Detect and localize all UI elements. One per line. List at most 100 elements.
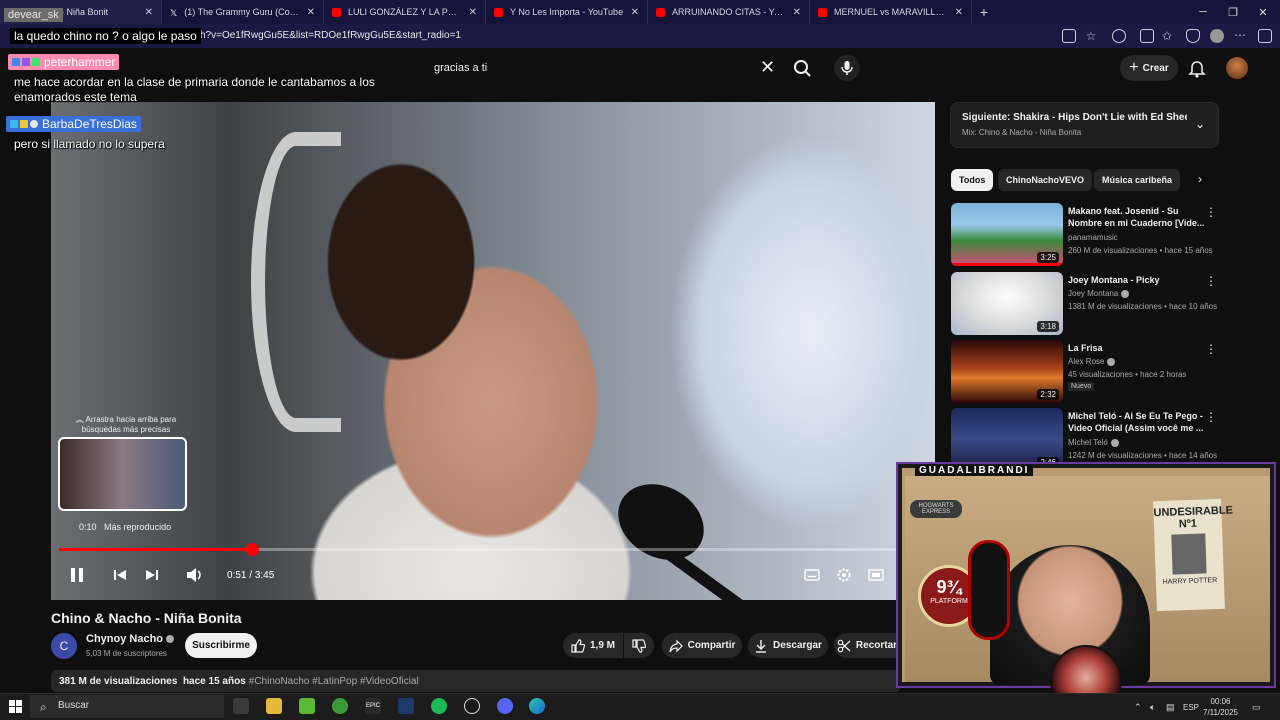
video-title[interactable]: Makano feat. Josenid - Su Nombre en mi C…	[1068, 205, 1208, 229]
share-button[interactable]: Compartir	[662, 633, 742, 658]
create-button[interactable]: + Crear	[1120, 55, 1178, 81]
video-title[interactable]: La Frisa	[1068, 342, 1208, 354]
recommendation-item[interactable]: 2:32 La Frisa Alex Rose 45 visualizacion…	[951, 340, 1221, 403]
url-field[interactable]: h?v=Oe1fRwgGu5E&list=RDOe1fRwgGu5E&start…	[200, 30, 461, 41]
recommendation-item[interactable]: 2:46 Michel Teló - Ai Se Eu Te Pego - Vi…	[951, 408, 1221, 471]
epic-games-icon[interactable]: EPIC	[365, 698, 381, 714]
settings-button[interactable]	[834, 566, 854, 584]
clock[interactable]: 00:06 7/11/2025	[1203, 696, 1238, 718]
minecraft-icon[interactable]	[299, 698, 315, 714]
refresh-icon[interactable]	[1112, 29, 1126, 43]
taskbar-search[interactable]: Buscar	[30, 695, 224, 718]
sidebar-icon[interactable]	[1258, 29, 1272, 43]
dislike-button[interactable]	[624, 633, 654, 658]
clip-button[interactable]: Recortar	[834, 633, 900, 658]
speaker-icon[interactable]: 🔈︎	[1150, 702, 1155, 713]
video-stats: 45 visualizaciones • hace 2 horas	[1068, 370, 1187, 379]
close-icon[interactable]: ✕	[631, 7, 639, 18]
task-view-icon[interactable]	[233, 698, 249, 714]
up-next-card[interactable]	[950, 102, 1219, 148]
description-box[interactable]: 381 M de visualizaciones hace 15 años #Ch…	[51, 670, 901, 692]
channel-name[interactable]: Alex Rose	[1068, 357, 1116, 366]
apps-icon[interactable]	[1062, 29, 1076, 43]
chip-chinonachovevo[interactable]: ChinoNachoVEVO	[998, 169, 1093, 191]
shield-icon[interactable]	[1186, 29, 1200, 43]
chevron-down-icon[interactable]: ⌄	[1195, 117, 1205, 131]
more-vert-icon[interactable]: ⋮	[1205, 205, 1217, 219]
browser-tab-3[interactable]: LULI GONZÁLEZ Y LA PEOR ENTR✕	[324, 0, 486, 24]
network-icon[interactable]: ▤	[1166, 702, 1175, 713]
search-button[interactable]	[788, 56, 816, 80]
theater-mode-button[interactable]	[866, 566, 886, 584]
profile-icon[interactable]	[1210, 29, 1224, 43]
channel-name[interactable]: Joey Montana	[1068, 289, 1130, 298]
previous-button[interactable]	[110, 566, 130, 584]
extension-icon[interactable]	[1140, 29, 1154, 43]
close-icon[interactable]: ✕	[793, 7, 801, 18]
more-vert-icon[interactable]: ⋮	[1205, 274, 1217, 288]
pause-button[interactable]	[66, 566, 88, 584]
chip-all[interactable]: Todos	[951, 169, 994, 191]
notifications-button[interactable]	[1188, 58, 1206, 78]
favorites-icon[interactable]: ✩	[1162, 29, 1176, 43]
chevron-right-icon[interactable]: ›	[1198, 172, 1202, 186]
video-thumbnail[interactable]: 2:32	[951, 340, 1063, 403]
search-input[interactable]: gracias a ti	[422, 54, 786, 82]
video-thumbnail[interactable]: 3:25	[951, 203, 1063, 266]
video-thumbnail[interactable]: 2:46	[951, 408, 1063, 471]
like-button[interactable]: 1,9 M	[563, 633, 623, 658]
steam-icon[interactable]	[398, 698, 414, 714]
channel-name[interactable]: Michel Teló	[1068, 438, 1119, 447]
close-icon[interactable]: ✕	[955, 7, 963, 18]
badge-icon	[30, 120, 38, 128]
subtitles-button[interactable]	[802, 566, 822, 584]
more-vert-icon[interactable]: ⋮	[1205, 410, 1217, 424]
youtube-icon	[818, 7, 827, 17]
language-indicator[interactable]: ESP	[1183, 703, 1199, 712]
video-stats: 1381 M de visualizaciones • hace 10 años	[1068, 302, 1218, 311]
close-icon[interactable]: ✕	[145, 7, 153, 18]
window-close-button[interactable]: ✕	[1248, 0, 1278, 24]
browser-tab-2[interactable]: 𝕏(1) The Grammy Guru (Comment✕	[162, 0, 324, 24]
channel-name[interactable]: Chynoy Nacho	[86, 633, 175, 645]
download-button[interactable]: Descargar	[748, 633, 828, 658]
channel-name[interactable]: panamamusic	[1068, 233, 1118, 242]
obs-icon[interactable]	[464, 698, 480, 714]
subscribe-button[interactable]: Suscribirme	[185, 633, 257, 658]
more-vert-icon[interactable]: ⋮	[1205, 342, 1217, 356]
discord-icon[interactable]	[497, 698, 513, 714]
spotify-icon[interactable]	[431, 698, 447, 714]
recommendation-item[interactable]: 3:18 Joey Montana - Picky Joey Montana 1…	[951, 272, 1221, 335]
maximize-button[interactable]: ❐	[1218, 0, 1248, 24]
account-avatar[interactable]	[1226, 57, 1248, 79]
browser-tab-4[interactable]: Y No Les Importa - YouTube ✕	[486, 0, 648, 24]
video-title[interactable]: Michel Teló - Ai Se Eu Te Pego - Video O…	[1068, 410, 1208, 434]
chip-musica-caribena[interactable]: Música caribeña	[1094, 169, 1181, 191]
browser-tab-6[interactable]: MERNUEL vs MARAVILLA - SPARR✕	[810, 0, 972, 24]
volume-button[interactable]	[184, 566, 206, 584]
badge-icon	[32, 58, 40, 66]
search-icon: ⌕	[40, 700, 47, 714]
new-tab-button[interactable]: +	[972, 4, 996, 20]
close-icon[interactable]: ✕	[307, 7, 315, 18]
minimize-button[interactable]: ─	[1188, 0, 1218, 24]
volume-icon	[187, 568, 201, 582]
star-icon[interactable]: ☆	[1084, 29, 1098, 43]
file-explorer-icon[interactable]	[266, 698, 282, 714]
video-thumbnail[interactable]: 3:18	[951, 272, 1063, 335]
more-icon[interactable]: ⋯	[1234, 29, 1248, 43]
xbox-icon[interactable]	[332, 698, 348, 714]
next-button[interactable]	[142, 566, 162, 584]
video-title[interactable]: Joey Montana - Picky	[1068, 274, 1208, 286]
notification-center-icon[interactable]: ▭	[1252, 702, 1261, 713]
channel-avatar[interactable]: C	[51, 633, 77, 659]
browser-tab-5[interactable]: ARRUINANDO CITAS - YouTube✕	[648, 0, 810, 24]
video-player[interactable]	[51, 102, 935, 600]
clear-search-icon[interactable]: ✕	[760, 57, 775, 78]
edge-icon[interactable]	[529, 698, 545, 714]
windows-start-icon[interactable]	[9, 700, 22, 713]
recommendation-item[interactable]: 3:25 Makano feat. Josenid - Su Nombre en…	[951, 203, 1221, 266]
close-icon[interactable]: ✕	[469, 7, 477, 18]
voice-search-button[interactable]	[834, 55, 860, 81]
chevron-up-icon[interactable]: ⌃	[1134, 702, 1142, 713]
